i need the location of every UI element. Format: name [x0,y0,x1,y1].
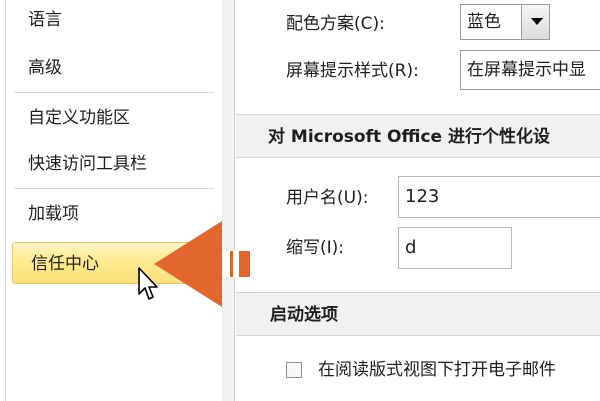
section-header-personalize: 对 Microsoft Office 进行个性化设 [236,114,600,158]
username-field[interactable]: 123 [398,176,600,218]
reading-view-checkbox[interactable] [286,362,302,378]
section-header-startup: 启动选项 [236,292,600,336]
nav-separator [14,92,214,93]
initials-field[interactable]: d [398,227,512,269]
screentip-style-value: 在屏幕提示中显 [467,60,586,80]
nav-border [5,0,6,401]
sidebar-item-quick-access-toolbar[interactable]: 快速访问工具栏 [14,146,214,182]
options-nav-pane: 语言 高级 自定义功能区 快速访问工具栏 加载项 信任中心 [0,0,223,401]
section-title: 对 Microsoft Office 进行个性化设 [268,127,550,147]
sidebar-item-label: 快速访问工具栏 [28,154,147,174]
sidebar-item-label: 信任中心 [31,254,99,274]
sidebar-item-label: 语言 [28,10,62,30]
initials-label: 缩写(I): [286,238,345,258]
mouse-pointer-icon [138,267,158,300]
color-scheme-value: 蓝色 [467,12,501,32]
color-scheme-dropdown[interactable]: 蓝色 [460,4,550,40]
reading-view-label: 在阅读版式视图下打开电子邮件 [318,360,556,380]
color-scheme-label: 配色方案(C): [286,14,385,34]
screentip-style-dropdown[interactable]: 在屏幕提示中显 [460,50,600,90]
sidebar-item-language[interactable]: 语言 [14,2,214,38]
sidebar-item-label: 自定义功能区 [28,108,130,128]
screentip-style-label: 屏幕提示样式(R): [286,61,419,81]
chevron-down-icon[interactable] [521,5,549,39]
sidebar-item-label: 加载项 [28,204,79,224]
sidebar-item-advanced[interactable]: 高级 [14,50,214,86]
sidebar-item-label: 高级 [28,58,62,78]
username-label: 用户名(U): [286,188,369,208]
nav-separator [14,188,214,189]
section-title: 启动选项 [270,305,338,325]
sidebar-item-customize-ribbon[interactable]: 自定义功能区 [14,100,214,136]
pane-splitter[interactable] [222,0,235,401]
